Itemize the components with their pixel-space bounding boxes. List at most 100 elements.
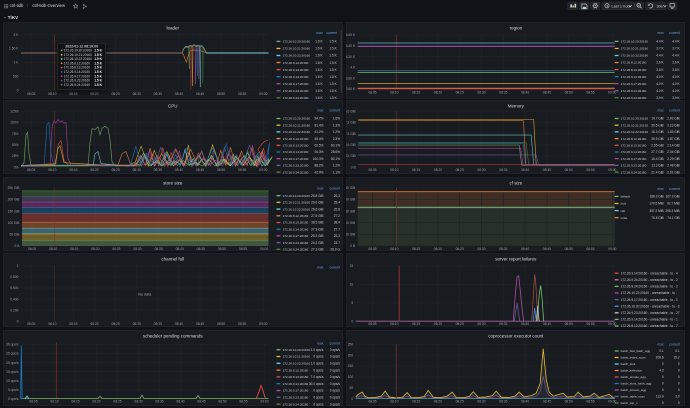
- svg-text:coprocessor executor count: coprocessor executor count: [488, 333, 544, 338]
- svg-text:0: 0: [678, 401, 680, 405]
- svg-text:08:05: 08:05: [368, 322, 376, 326]
- svg-text:08:45: 08:45: [543, 90, 551, 94]
- svg-text:172.26.10.22:20160: 172.26.10.22:20160: [283, 207, 311, 211]
- svg-text:server report failures: server report failures: [495, 257, 537, 262]
- svg-text:1.5 K: 1.5 K: [329, 75, 337, 79]
- svg-text:5: 5: [351, 301, 353, 305]
- svg-text:25.3: 25.3: [334, 234, 340, 238]
- svg-text:CPU: CPU: [168, 104, 178, 109]
- svg-text:172.26.9.17:20160 - unreachabl: 172.26.9.17:20160 - unreachable - to - 1: [620, 298, 677, 302]
- svg-text:172.26.10.22:20160: 172.26.10.22:20160: [283, 54, 311, 58]
- svg-text:36.9 GiB: 36.9 GiB: [651, 137, 663, 141]
- svg-text:08:35: 08:35: [499, 246, 507, 250]
- svg-text:172.26.10.20:20160: 172.26.10.20:20160: [283, 193, 311, 197]
- svg-text:1.6 K: 1.6 K: [315, 40, 323, 44]
- svg-text:08:35: 08:35: [499, 322, 507, 326]
- svg-text:1.6 K: 1.6 K: [315, 47, 323, 51]
- svg-text:0.600: 0.600: [10, 286, 18, 290]
- svg-text:08:55: 08:55: [239, 399, 247, 403]
- svg-text:2.55 GiB: 2.55 GiB: [651, 144, 663, 148]
- svg-text:172.26.9.23:20160: 172.26.9.23:20160: [283, 89, 309, 93]
- svg-text:172.26.9.14:20160 - unreachabl: 172.26.9.14:20160 - unreachable - to - 4: [620, 272, 677, 276]
- svg-text:08:45: 08:45: [543, 168, 551, 172]
- svg-text:172.26.9.17:20160: 172.26.9.17:20160: [283, 388, 309, 392]
- svg-text:172.26.9.17:20160: 172.26.9.17:20160: [283, 234, 309, 238]
- svg-text:200 GiB: 200 GiB: [346, 197, 356, 201]
- svg-text:1.5 K: 1.5 K: [329, 96, 337, 99]
- svg-text:172.26.10.21:20160: 172.26.10.21:20160: [620, 124, 648, 128]
- svg-text:172.26.10.21:20160: 172.26.10.21:20160: [283, 124, 311, 128]
- svg-text:16.4 GiB: 16.4 GiB: [651, 157, 663, 161]
- svg-text:08:40: 08:40: [521, 246, 529, 250]
- svg-text:Last 1 hour: Last 1 hour: [612, 3, 632, 8]
- svg-text:08:45: 08:45: [196, 92, 204, 96]
- svg-text:21.4 GiB: 21.4 GiB: [651, 171, 663, 175]
- svg-text:172.26.9.23:20160: 172.26.9.23:20160: [283, 240, 309, 244]
- svg-text:167.3 GiB: 167.3 GiB: [665, 194, 679, 198]
- svg-text:0 ops/s: 0 ops/s: [313, 368, 324, 372]
- svg-text:08:35: 08:35: [155, 399, 163, 403]
- svg-text:29.0 GiB: 29.0 GiB: [311, 200, 323, 204]
- svg-text:0: 0: [662, 381, 664, 385]
- svg-text:batch_limit: batch_limit: [620, 362, 635, 366]
- svg-text:1.0 ops/s: 1.0 ops/s: [311, 348, 324, 352]
- svg-text:74.1 GiB: 74.1 GiB: [667, 215, 679, 219]
- svg-text:172.26.10.20:20160: 172.26.10.20:20160: [620, 40, 648, 44]
- svg-text:4.0 K: 4.0 K: [672, 75, 680, 79]
- svg-text:172.26.9.17:20160: 172.26.9.17:20160: [620, 82, 646, 86]
- svg-text:08:30: 08:30: [133, 246, 141, 250]
- svg-text:3.9 K: 3.9 K: [656, 96, 664, 99]
- svg-text:1.6 K: 1.6 K: [315, 68, 323, 72]
- svg-text:region: region: [509, 26, 522, 31]
- svg-text:09:00: 09:00: [259, 168, 267, 172]
- svg-text:200 GiB: 200 GiB: [8, 197, 21, 201]
- svg-text:batch_index_scan: batch_index_scan: [620, 355, 645, 359]
- svg-text:1.5 K: 1.5 K: [94, 82, 102, 86]
- svg-text:default: default: [620, 194, 629, 198]
- svg-text:ctrl-tidb: ctrl-tidb: [10, 3, 24, 8]
- svg-text:batch_stream_agg: batch_stream_agg: [620, 388, 646, 392]
- svg-text:9.31 GiB: 9.31 GiB: [346, 154, 356, 158]
- svg-text:15.2: 15.2: [673, 355, 679, 359]
- svg-text:08:20: 08:20: [434, 168, 442, 172]
- svg-text:1.2%: 1.2%: [333, 164, 340, 168]
- svg-text:0.1: 0.1: [659, 349, 664, 353]
- svg-text:Memory: Memory: [508, 104, 525, 109]
- svg-text:max: max: [657, 342, 664, 346]
- svg-text:172.26.10.22:20160: 172.26.10.22:20160: [620, 54, 648, 58]
- svg-text:25%: 25%: [12, 154, 19, 158]
- svg-text:08:40: 08:40: [175, 322, 183, 326]
- svg-text:172.26.9.14:20160: 172.26.9.14:20160: [620, 150, 646, 154]
- svg-text:08:10: 08:10: [390, 399, 398, 403]
- svg-text:172.26.8.13:20160: 172.26.8.13:20160: [283, 144, 309, 148]
- svg-text:08:25: 08:25: [455, 246, 463, 250]
- svg-text:357.2 MiB: 357.2 MiB: [649, 208, 663, 212]
- svg-text:08:20: 08:20: [90, 168, 98, 172]
- svg-text:09:00: 09:00: [260, 246, 268, 250]
- svg-text:08:55: 08:55: [239, 246, 247, 250]
- svg-text:26.9 G: 26.9 G: [330, 247, 340, 251]
- svg-text:08:15: 08:15: [412, 168, 420, 172]
- svg-text:13.3 GiB: 13.3 GiB: [651, 164, 663, 168]
- svg-text:172.26.10.21:20160: 172.26.10.21:20160: [283, 354, 311, 358]
- svg-text:1: 1: [17, 264, 19, 268]
- svg-text:08:55: 08:55: [238, 168, 246, 172]
- svg-text:08:15: 08:15: [70, 246, 78, 250]
- svg-text:24.3 GiB: 24.3 GiB: [311, 240, 323, 244]
- svg-text:1.5 K: 1.5 K: [329, 47, 337, 51]
- svg-text:4.0 K: 4.0 K: [656, 82, 664, 86]
- svg-text:16.3 GiB: 16.3 GiB: [651, 130, 663, 134]
- svg-text:current: current: [329, 186, 340, 190]
- svg-text:08:30: 08:30: [133, 92, 141, 96]
- svg-text:current: current: [329, 341, 340, 345]
- svg-text:2.3%: 2.3%: [333, 137, 340, 141]
- svg-text:1.87 GiB: 1.87 GiB: [667, 137, 679, 141]
- svg-text:08:30: 08:30: [477, 399, 485, 403]
- svg-text:100: 100: [348, 375, 354, 379]
- svg-text:08:20: 08:20: [434, 90, 442, 94]
- svg-text:08:20: 08:20: [434, 322, 442, 326]
- svg-text:08:35: 08:35: [499, 90, 507, 94]
- svg-text:1.6 K: 1.6 K: [315, 75, 323, 79]
- svg-text:08:20: 08:20: [90, 92, 98, 96]
- svg-text:current: current: [329, 265, 340, 269]
